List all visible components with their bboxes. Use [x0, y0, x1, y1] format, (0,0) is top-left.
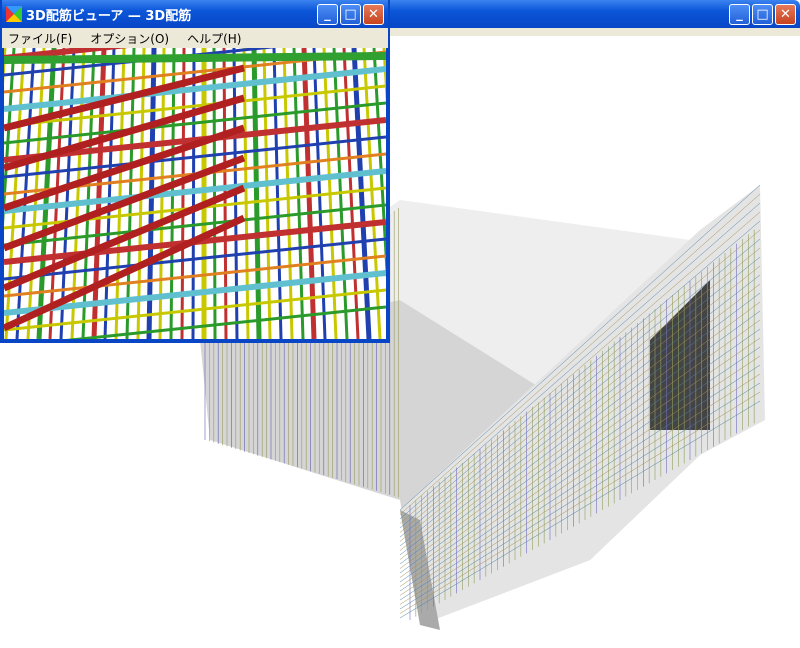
- rebar-top: [4, 52, 386, 64]
- rebar-vertical: [242, 48, 250, 339]
- rebar-vertical: [125, 48, 136, 339]
- app-logo-icon: [6, 6, 22, 22]
- menu-options[interactable]: オプション(O): [90, 30, 169, 47]
- 3d-rebar-closeup-viewport[interactable]: [4, 48, 386, 339]
- rebar-vertical: [91, 48, 107, 339]
- rebar-horizontal: [4, 270, 386, 316]
- rebar-vertical: [301, 48, 317, 339]
- rebar-vertical: [372, 48, 386, 280]
- rebar-vertical: [262, 48, 272, 339]
- viewer-window: 3D配筋ビューア — 3D配筋 _ □ ✕ ファイル(F) オプション(O) ヘ…: [0, 0, 390, 343]
- minimize-button[interactable]: _: [729, 3, 750, 25]
- menu-file[interactable]: ファイル(F): [8, 30, 72, 47]
- close-button[interactable]: ✕: [775, 3, 796, 25]
- rebar-vertical: [292, 48, 305, 339]
- rebar-vertical: [81, 48, 96, 339]
- viewer-close-button[interactable]: ✕: [363, 3, 384, 25]
- viewer-window-title: 3D配筋ビューア — 3D配筋: [26, 8, 192, 24]
- menu-help[interactable]: ヘルプ(H): [187, 30, 241, 47]
- rebar-vertical: [114, 48, 126, 339]
- viewer-title-bar[interactable]: 3D配筋ビューア — 3D配筋 _ □ ✕: [2, 0, 388, 28]
- rebar-vertical: [251, 48, 262, 339]
- viewer-maximize-button[interactable]: □: [340, 3, 361, 25]
- maximize-button[interactable]: □: [752, 3, 773, 25]
- rebar-vertical: [382, 48, 386, 105]
- viewer-menu-bar: ファイル(F) オプション(O) ヘルプ(H): [2, 28, 388, 48]
- rebar-vertical: [103, 48, 116, 339]
- rebar-vertical: [282, 48, 294, 339]
- rebar-vertical: [272, 48, 283, 339]
- viewer-minimize-button[interactable]: _: [317, 3, 338, 25]
- rebar-vertical: [212, 48, 217, 339]
